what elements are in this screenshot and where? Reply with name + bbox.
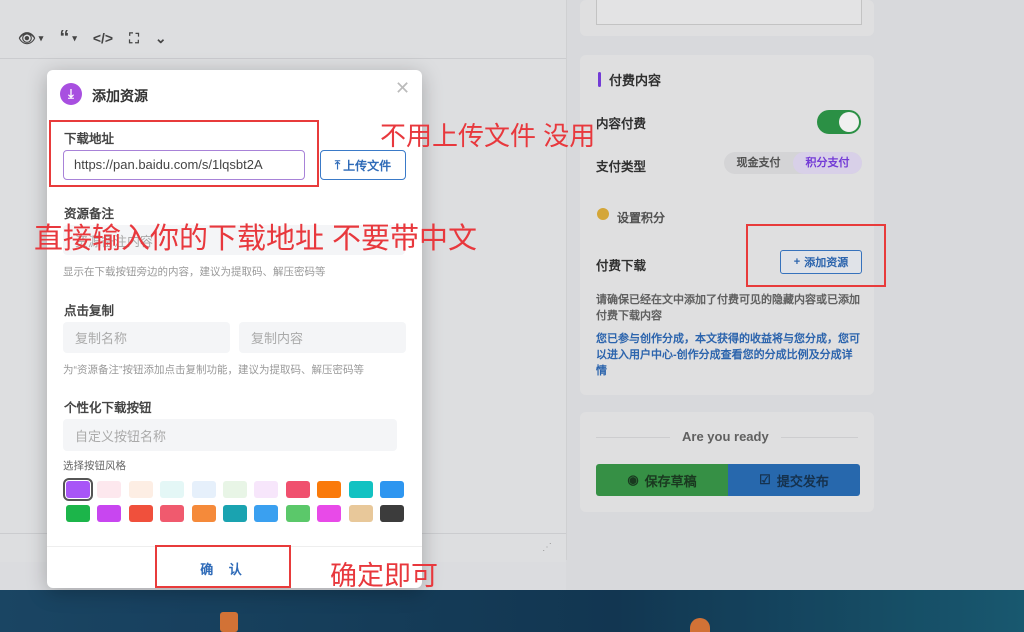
style-swatch[interactable] [63,478,93,501]
style-swatch[interactable] [379,481,404,498]
style-swatch[interactable] [222,505,247,522]
style-swatch[interactable] [254,481,279,498]
style-swatch[interactable] [317,481,342,498]
style-swatch[interactable] [128,481,153,498]
style-swatch[interactable] [160,505,185,522]
copy-name-input[interactable]: 复制名称 [63,322,230,353]
style-swatch[interactable] [348,481,373,498]
style-swatch[interactable] [379,505,404,522]
style-swatch[interactable] [97,481,122,498]
annotation-no-upload: 不用上传文件 没用 [380,121,596,151]
modal-title: 添加资源 [92,88,148,104]
note-hint: 显示在下载按钮旁边的内容，建议为提取码、解压密码等 [63,266,326,278]
custom-button-input[interactable]: 自定义按钮名称 [63,419,397,451]
style-swatch[interactable] [254,505,279,522]
style-swatch[interactable] [66,505,90,522]
style-swatch[interactable] [191,505,216,522]
close-icon[interactable]: ✕ [395,78,410,99]
annotation-box-confirm [155,545,291,588]
copy-hint: 为“资源备注”按钮添加点击复制功能，建议为提取码、解压密码等 [63,364,364,376]
custom-button-label: 个性化下载按钮 [64,401,152,415]
style-swatch[interactable] [128,505,153,522]
annotation-box-add [746,224,886,287]
style-swatch[interactable] [97,505,122,522]
copy-label: 点击复制 [64,304,115,318]
upload-file-button[interactable]: ⤒ 上传文件 [320,150,406,180]
style-swatch[interactable] [348,505,373,522]
style-swatch[interactable] [317,505,342,522]
style-swatch-grid [63,478,404,522]
annotation-just-confirm: 确定即可 [330,561,438,591]
upload-icon: ⤒ [334,157,341,172]
copy-content-input[interactable]: 复制内容 [239,322,406,353]
style-swatch[interactable] [191,481,216,498]
style-swatch[interactable] [285,505,310,522]
annotation-box-url [49,120,319,187]
style-swatch[interactable] [285,481,310,498]
style-label: 选择按钮风格 [63,460,126,472]
style-swatch[interactable] [160,481,185,498]
style-swatch[interactable] [222,481,247,498]
download-icon: ⤓ [60,83,82,105]
annotation-direct-input: 直接输入你的下载地址 不要带中文 [34,223,478,255]
